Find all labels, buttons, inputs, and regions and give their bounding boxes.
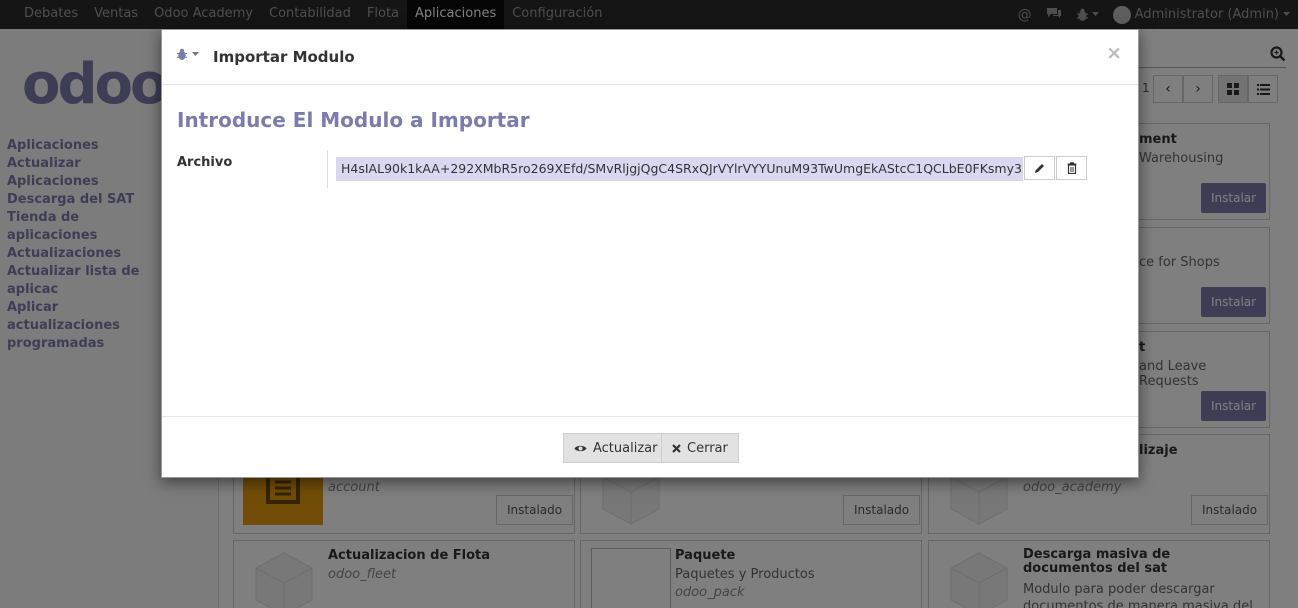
edit-file-button[interactable] [1024,156,1055,180]
close-button-label: Cerrar [687,440,728,456]
debug-menu[interactable] [176,48,199,61]
modal-title: Importar Modulo [213,48,355,66]
update-button[interactable]: Actualizar [563,433,669,463]
update-button-label: Actualizar [593,440,658,456]
file-field-value[interactable]: H4sIAL90k1kAA+292XMbR5ro269XEfd/SMvRljgj… [336,157,1023,181]
eye-icon [574,445,587,451]
file-field-label: Archivo [177,155,233,170]
form-heading: Introduce El Modulo a Importar [177,108,530,132]
close-icon[interactable]: × [1106,42,1122,64]
x-icon [672,443,681,453]
trash-icon [1067,162,1076,174]
pencil-icon [1035,163,1044,173]
delete-file-button[interactable] [1056,156,1087,180]
modal-header: Importar Modulo × [162,30,1138,85]
bug-icon [176,48,188,61]
caret-down-icon [192,52,199,56]
modal-footer: Actualizar Cerrar [162,416,1138,478]
field-divider [327,150,328,188]
close-button[interactable]: Cerrar [661,433,739,463]
import-module-dialog: Importar Modulo × Introduce El Modulo a … [161,29,1139,478]
